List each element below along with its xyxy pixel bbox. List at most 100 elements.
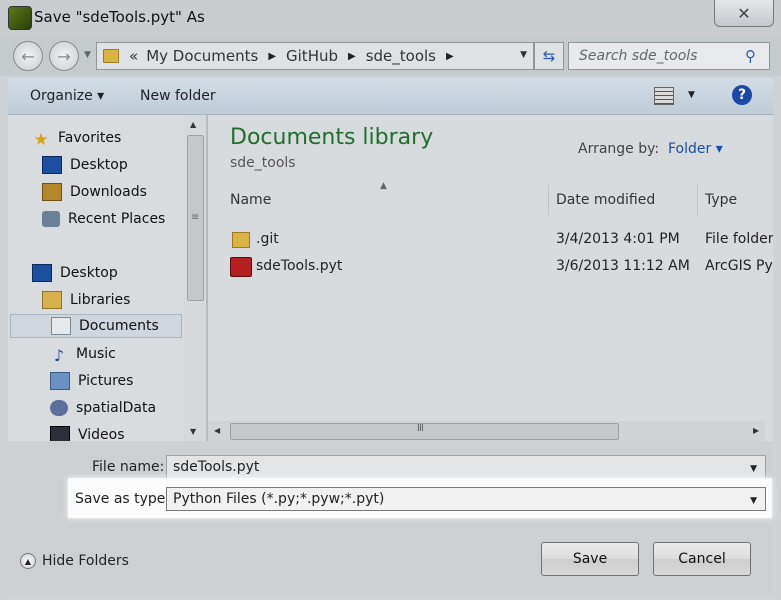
- file-name-value: sdeTools.pyt: [173, 459, 260, 475]
- recent-places-icon: [42, 211, 60, 227]
- scroll-right-icon[interactable]: ▶: [753, 426, 759, 435]
- sidebar-item-documents[interactable]: Documents: [10, 314, 182, 338]
- file-name-label: File name:: [92, 459, 165, 475]
- sidebar-item-label: Pictures: [78, 373, 134, 389]
- breadcrumb-chevron-icon[interactable]: ▶: [446, 51, 454, 62]
- arrange-by-label: Arrange by:: [578, 141, 660, 157]
- folder-icon: [103, 49, 119, 63]
- sidebar-item-label: Desktop: [70, 157, 128, 173]
- scroll-left-icon[interactable]: ◀: [214, 426, 220, 435]
- save-as-type-value: Python Files (*.py;*.pyw;*.pyt): [173, 491, 385, 507]
- view-options-dropdown-icon[interactable]: ▼: [688, 90, 695, 100]
- save-button[interactable]: Save: [541, 542, 639, 576]
- navigation-pane: ★ Favorites Desktop Downloads Recent Pla…: [8, 115, 206, 441]
- breadcrumb-sde-tools[interactable]: sde_tools: [366, 47, 436, 65]
- address-dropdown-icon[interactable]: ▼: [520, 50, 527, 60]
- file-type: ArcGIS Pyt: [705, 258, 773, 274]
- search-box[interactable]: Search sde_tools ⚲: [568, 42, 770, 70]
- search-input[interactable]: Search sde_tools: [579, 48, 745, 64]
- scroll-down-icon[interactable]: ▼: [190, 427, 196, 436]
- organize-button[interactable]: Organize ▾: [30, 88, 104, 104]
- file-row-sdetools[interactable]: sdeTools.pyt 3/6/2013 11:12 AM ArcGIS Py…: [208, 254, 773, 280]
- sidebar-item-music[interactable]: ♪ Music: [50, 342, 116, 366]
- address-bar[interactable]: « My Documents ▶ GitHub ▶ sde_tools ▶ ▼: [96, 42, 534, 70]
- sidebar-item-label: Videos: [78, 427, 125, 441]
- desktop-icon: [32, 264, 52, 282]
- desktop-icon: [42, 156, 62, 174]
- documents-icon: [51, 317, 71, 335]
- file-name-input[interactable]: sdeTools.pyt ▼: [166, 455, 766, 479]
- column-header-name[interactable]: Name: [230, 185, 271, 215]
- save-as-type-dropdown-icon[interactable]: ▼: [750, 496, 757, 506]
- new-folder-button[interactable]: New folder: [140, 88, 216, 104]
- arrange-by-dropdown[interactable]: Folder ▾: [668, 141, 723, 157]
- sidebar-item-desktop-root[interactable]: Desktop: [32, 261, 118, 285]
- window-title: Save "sdeTools.pyt" As: [34, 8, 205, 26]
- breadcrumb-my-documents[interactable]: My Documents: [146, 47, 258, 65]
- breadcrumb-chevron-icon[interactable]: ▶: [268, 51, 276, 62]
- command-toolbar: Organize ▾ New folder ▼ ?: [8, 78, 773, 115]
- grip-icon: ≡: [191, 212, 200, 223]
- close-button[interactable]: ✕: [714, 0, 774, 27]
- navigation-bar: ← → ▼ « My Documents ▶ GitHub ▶ sde_tool…: [0, 38, 781, 76]
- sidebar-item-pictures[interactable]: Pictures: [50, 369, 133, 393]
- scroll-up-icon[interactable]: ▲: [190, 120, 196, 129]
- change-view-icon[interactable]: [654, 87, 674, 105]
- sidebar-item-label: Downloads: [70, 184, 147, 200]
- sort-ascending-icon: ▲: [380, 181, 387, 191]
- back-button[interactable]: ←: [13, 41, 43, 71]
- libraries-icon: [42, 291, 62, 309]
- sidebar-item-libraries[interactable]: Libraries: [42, 288, 130, 312]
- sidebar-item-label: spatialData: [76, 400, 157, 416]
- refresh-button[interactable]: ⇆: [534, 42, 564, 70]
- sidebar-item-videos[interactable]: Videos: [50, 423, 125, 441]
- library-title: Documents library: [230, 125, 434, 150]
- file-list-scrollbar[interactable]: ◀ Ⅲ ▶: [208, 421, 765, 441]
- forward-button[interactable]: →: [49, 41, 79, 71]
- scrollbar-thumb[interactable]: ≡: [187, 135, 204, 301]
- help-icon[interactable]: ?: [732, 85, 752, 105]
- sidebar-item-label: Favorites: [58, 130, 122, 146]
- column-header-date-modified[interactable]: Date modified: [556, 185, 655, 215]
- sidebar-item-desktop[interactable]: Desktop: [42, 153, 128, 177]
- videos-icon: [50, 426, 70, 441]
- music-icon: ♪: [53, 346, 65, 365]
- column-header-type[interactable]: Type: [705, 185, 737, 215]
- column-divider[interactable]: [548, 185, 549, 215]
- downloads-icon: [42, 183, 62, 201]
- sidebar-item-favorites[interactable]: ★ Favorites: [32, 126, 121, 150]
- file-row-git[interactable]: .git 3/4/2013 4:01 PM File folder: [208, 227, 773, 253]
- sidebar-item-label: Recent Places: [68, 211, 166, 227]
- pictures-icon: [50, 372, 70, 390]
- sidebar-item-label: Documents: [79, 318, 159, 334]
- sidebar-item-recent-places[interactable]: Recent Places: [42, 207, 165, 231]
- sidebar-item-label: Libraries: [70, 292, 131, 308]
- hide-folders-label: Hide Folders: [42, 553, 129, 569]
- sidebar-item-downloads[interactable]: Downloads: [42, 180, 147, 204]
- search-icon[interactable]: ⚲: [745, 47, 769, 65]
- sidebar-item-label: Desktop: [60, 265, 118, 281]
- grip-icon: Ⅲ: [417, 423, 424, 434]
- cancel-button[interactable]: Cancel: [653, 542, 751, 576]
- file-name: .git: [256, 231, 279, 247]
- title-bar: Save "sdeTools.pyt" As ✕: [0, 0, 781, 38]
- navigation-pane-scrollbar[interactable]: ▲ ≡ ▼: [184, 115, 206, 441]
- recent-locations-dropdown-icon[interactable]: ▼: [84, 50, 91, 60]
- sidebar-item-spatial-data[interactable]: spatialData: [50, 396, 156, 420]
- star-icon: ★: [33, 130, 49, 150]
- file-date: 3/6/2013 11:12 AM: [556, 258, 690, 274]
- file-name-dropdown-icon[interactable]: ▼: [750, 464, 757, 474]
- save-as-type-select[interactable]: Python Files (*.py;*.pyw;*.pyt) ▼: [166, 487, 766, 511]
- column-divider[interactable]: [697, 185, 698, 215]
- breadcrumb-github[interactable]: GitHub: [286, 47, 338, 65]
- hide-folders-button[interactable]: ▲ Hide Folders: [20, 553, 129, 569]
- breadcrumb-prefix[interactable]: «: [129, 47, 138, 65]
- file-name: sdeTools.pyt: [256, 258, 343, 274]
- breadcrumb-chevron-icon[interactable]: ▶: [348, 51, 356, 62]
- file-list-pane: Documents library sde_tools Arrange by: …: [208, 115, 773, 441]
- file-type: File folder: [705, 231, 773, 247]
- library-subtitle: sde_tools: [230, 155, 296, 171]
- folder-icon: [232, 232, 250, 248]
- python-app-icon: [8, 6, 32, 30]
- scrollbar-thumb[interactable]: Ⅲ: [230, 423, 619, 440]
